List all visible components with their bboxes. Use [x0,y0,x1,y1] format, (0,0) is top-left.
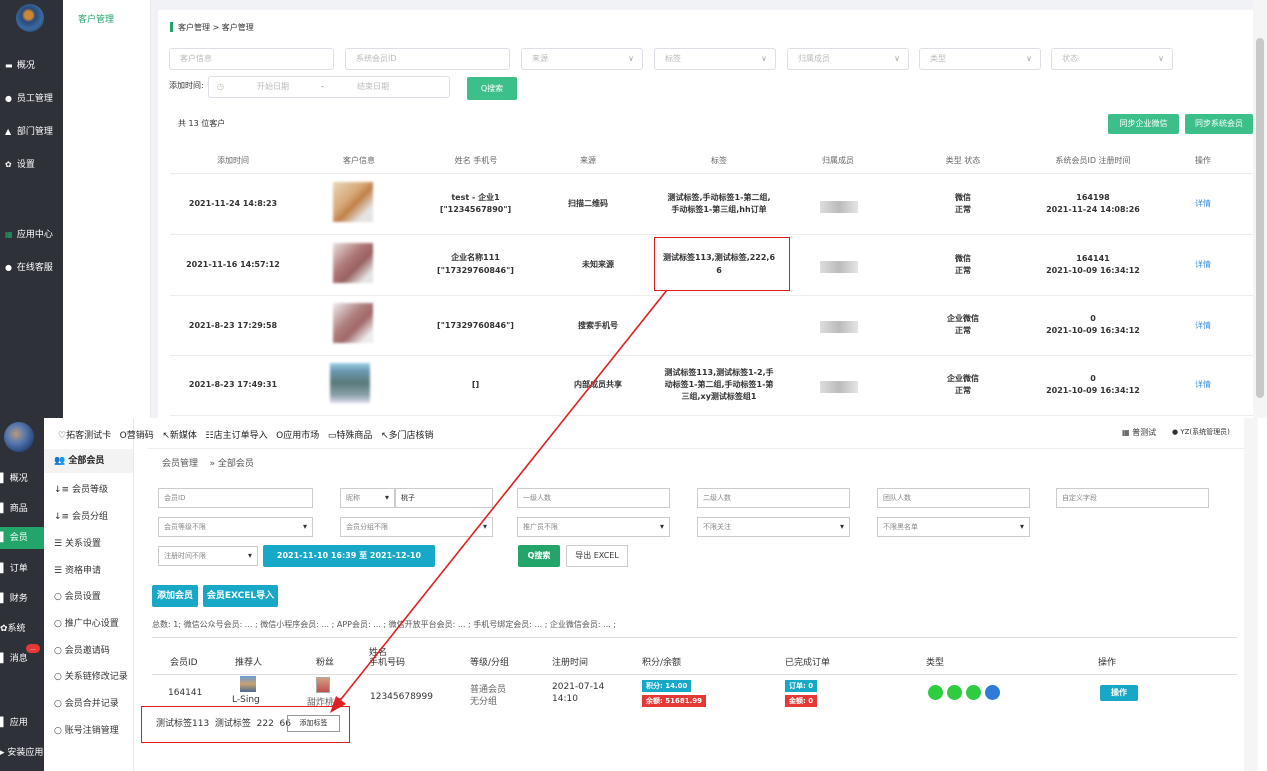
arrow-head [330,696,346,713]
arrow-line [337,289,668,704]
annotation-arrow [330,289,668,713]
